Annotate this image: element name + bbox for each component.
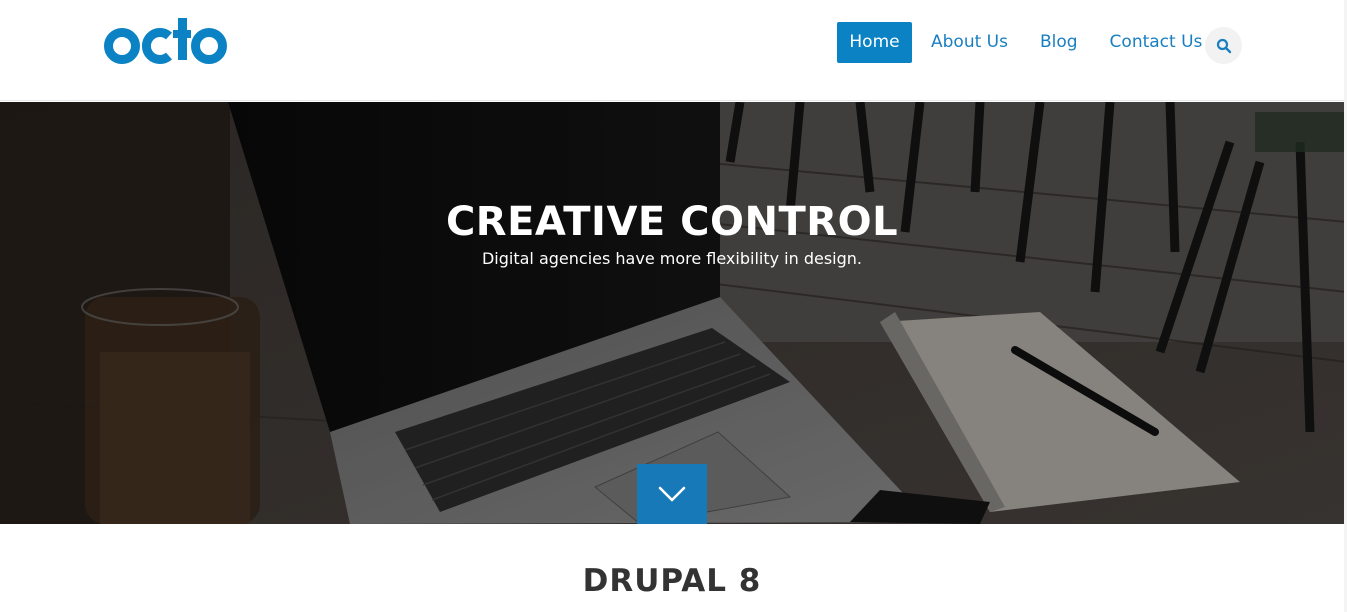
scroll-down-button[interactable] bbox=[637, 464, 707, 524]
nav-contact-us[interactable]: Contact Us bbox=[1095, 22, 1218, 63]
main-nav: Home About Us Blog Contact Us bbox=[837, 22, 1219, 63]
nav-blog[interactable]: Blog bbox=[1025, 22, 1093, 63]
site-logo[interactable] bbox=[103, 14, 229, 66]
search-button[interactable] bbox=[1205, 27, 1242, 64]
hero-banner: CREATIVE CONTROL Digital agencies have m… bbox=[0, 102, 1347, 524]
octo-logo-icon bbox=[104, 18, 227, 64]
hero-subtitle: Digital agencies have more flexibility i… bbox=[481, 249, 862, 268]
hero-title: CREATIVE CONTROL bbox=[445, 199, 899, 245]
nav-home[interactable]: Home bbox=[837, 22, 912, 63]
chevron-down-icon bbox=[658, 486, 686, 502]
site-header: Home About Us Blog Contact Us bbox=[0, 0, 1347, 101]
section-title: DRUPAL 8 bbox=[582, 563, 762, 599]
hero-background-image bbox=[0, 102, 1347, 524]
search-icon bbox=[1216, 38, 1231, 53]
nav-about-us[interactable]: About Us bbox=[916, 22, 1023, 63]
